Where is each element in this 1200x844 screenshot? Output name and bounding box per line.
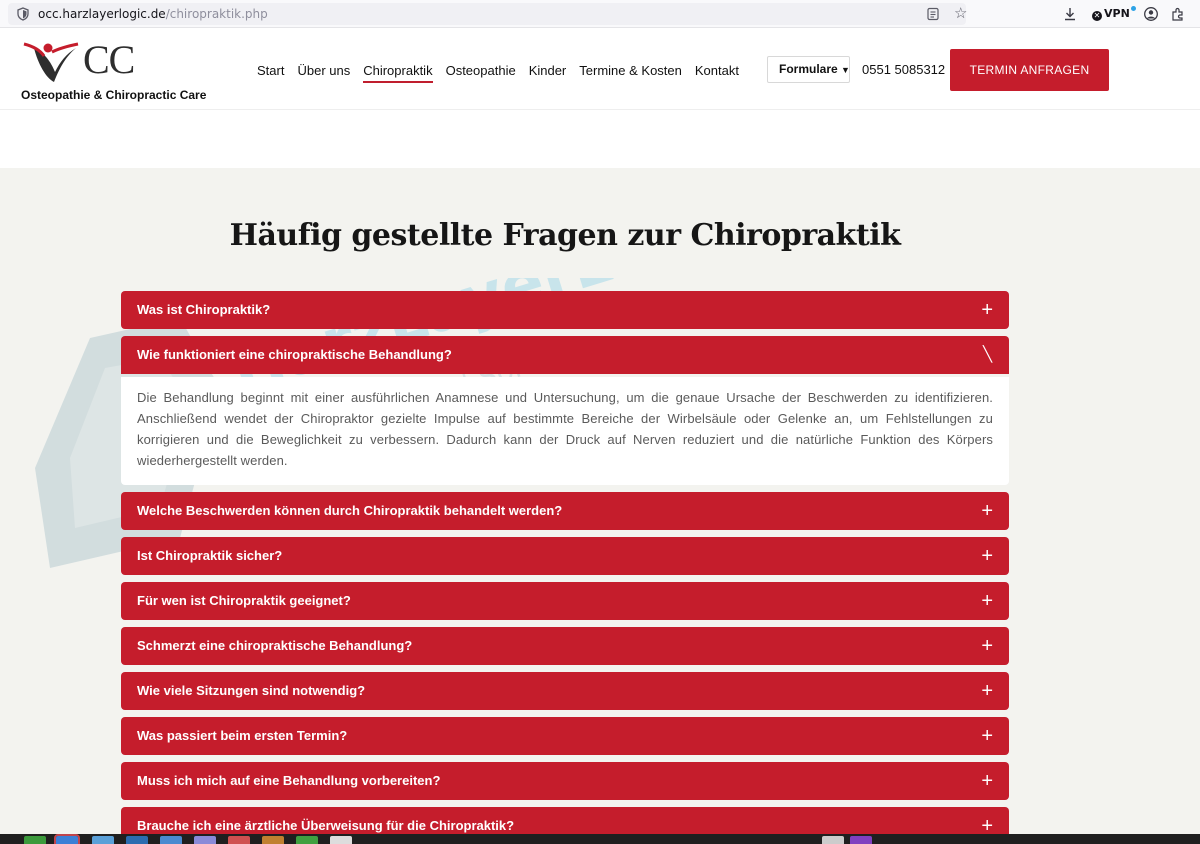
formulare-label: Formulare — [779, 62, 838, 76]
nav-item-termine-kosten[interactable]: Termine & Kosten — [579, 63, 682, 83]
faq-question-text: Brauche ich eine ärztliche Überweisung f… — [137, 818, 515, 833]
plus-icon: + — [981, 500, 993, 522]
faq-item[interactable]: Brauche ich eine ärztliche Überweisung f… — [121, 807, 1009, 834]
taskbar-app-icon[interactable] — [126, 836, 148, 844]
logo-text: CC — [83, 37, 135, 82]
extensions-icon[interactable] — [1170, 6, 1186, 22]
faq-question-text: Wie viele Sitzungen sind notwendig? — [137, 683, 366, 698]
formulare-dropdown[interactable]: Formulare ▼ — [767, 56, 850, 83]
faq-question-text: Für wen ist Chiropraktik geeignet? — [137, 593, 351, 608]
plus-icon: + — [981, 590, 993, 612]
site-tagline: Osteopathie & Chiropractic Care — [21, 88, 207, 102]
faq-question-text: Wie funktioniert eine chiropraktische Be… — [137, 347, 452, 362]
taskbar-app-icon[interactable] — [822, 836, 844, 844]
taskbar-app-icon[interactable] — [262, 836, 284, 844]
faq-question[interactable]: Was passiert beim ersten Termin? + — [121, 717, 1009, 755]
plus-icon: + — [981, 815, 993, 834]
vpn-shield-icon: ✕ — [1092, 11, 1102, 21]
faq-item[interactable]: Was ist Chiropraktik? + — [121, 291, 1009, 329]
logo-figure-icon — [23, 42, 79, 82]
nav-item-ueber-uns[interactable]: Über uns — [297, 63, 350, 83]
faq-item[interactable]: Muss ich mich auf eine Behandlung vorber… — [121, 762, 1009, 800]
faq-question[interactable]: Was ist Chiropraktik? + — [121, 291, 1009, 329]
taskbar-app-icon[interactable] — [194, 836, 216, 844]
faq-answer: Die Behandlung beginnt mit einer ausführ… — [121, 377, 1009, 485]
nav-item-kontakt[interactable]: Kontakt — [695, 63, 739, 83]
url-path: /chiropraktik.php — [165, 7, 268, 21]
faq-item[interactable]: Was passiert beim ersten Termin? + — [121, 717, 1009, 755]
taskbar-app-icon[interactable] — [24, 836, 46, 844]
taskbar-app-icon[interactable] — [228, 836, 250, 844]
url-host: occ.harzlayerlogic.de — [38, 7, 166, 21]
faq-item-open[interactable]: Wie funktioniert eine chiropraktische Be… — [121, 336, 1009, 374]
faq-item[interactable]: Ist Chiropraktik sicher? + — [121, 537, 1009, 575]
faq-item[interactable]: Schmerzt eine chiropraktische Behandlung… — [121, 627, 1009, 665]
faq-item[interactable]: Wie viele Sitzungen sind notwendig? + — [121, 672, 1009, 710]
faq-item[interactable]: Welche Beschwerden können durch Chiropra… — [121, 492, 1009, 530]
vpn-button[interactable]: ✕ VPN — [1092, 6, 1136, 21]
taskbar-app-icon[interactable] — [54, 834, 80, 844]
faq-question-text: Was ist Chiropraktik? — [137, 302, 271, 317]
site-header: CC Osteopathie & Chiropractic Care Start… — [0, 28, 1200, 110]
taskbar-app-icon[interactable] — [850, 836, 872, 844]
plus-icon: + — [981, 770, 993, 792]
account-icon[interactable] — [1143, 6, 1159, 22]
plus-icon: + — [981, 680, 993, 702]
termin-anfragen-button[interactable]: TERMIN ANFRAGEN — [950, 49, 1109, 91]
page-title: Häufig gestellte Fragen zur Chiropraktik — [229, 218, 901, 253]
plus-icon: + — [981, 635, 993, 657]
faq-question[interactable]: Welche Beschwerden können durch Chiropra… — [121, 492, 1009, 530]
nav-item-osteopathie[interactable]: Osteopathie — [446, 63, 516, 83]
plus-icon: + — [981, 545, 993, 567]
faq-question[interactable]: Schmerzt eine chiropraktische Behandlung… — [121, 627, 1009, 665]
faq-question[interactable]: Für wen ist Chiropraktik geeignet? + — [121, 582, 1009, 620]
faq-item[interactable]: Für wen ist Chiropraktik geeignet? + — [121, 582, 1009, 620]
plus-icon: + — [981, 725, 993, 747]
download-icon[interactable] — [1062, 6, 1078, 22]
caret-down-icon: ▼ — [841, 65, 850, 75]
vpn-label: VPN — [1104, 7, 1130, 20]
browser-toolbar: occ.harzlayerlogic.de/chiropraktik.php ☆… — [0, 0, 1200, 28]
faq-question-text: Welche Beschwerden können durch Chiropra… — [137, 503, 563, 518]
taskbar-app-icon[interactable] — [330, 836, 352, 844]
taskbar-app-icon[interactable] — [92, 836, 114, 844]
taskbar-app-icon[interactable] — [160, 836, 182, 844]
vpn-status-dot-icon — [1130, 6, 1136, 11]
address-bar[interactable]: occ.harzlayerlogic.de/chiropraktik.php ☆ — [8, 3, 967, 25]
faq-question[interactable]: Muss ich mich auf eine Behandlung vorber… — [121, 762, 1009, 800]
faq-question-text: Ist Chiropraktik sicher? — [137, 548, 283, 563]
plus-icon: + — [981, 299, 993, 321]
bookmark-star-icon[interactable]: ☆ — [954, 6, 967, 21]
faq-question-text: Schmerzt eine chiropraktische Behandlung… — [137, 638, 413, 653]
collapse-icon: ╲ — [982, 346, 992, 363]
site-logo[interactable]: CC — [20, 34, 210, 84]
faq-question[interactable]: Wie viele Sitzungen sind notwendig? + — [121, 672, 1009, 710]
faq-question[interactable]: Brauche ich eine ärztliche Überweisung f… — [121, 807, 1009, 834]
taskbar-app-icon[interactable] — [296, 836, 318, 844]
nav-item-start[interactable]: Start — [257, 63, 284, 83]
faq-question-text: Was passiert beim ersten Termin? — [137, 728, 348, 743]
faq-question[interactable]: Wie funktioniert eine chiropraktische Be… — [121, 336, 1009, 374]
nav-item-kinder[interactable]: Kinder — [529, 63, 567, 83]
faq-question[interactable]: Ist Chiropraktik sicher? + — [121, 537, 1009, 575]
reader-view-icon[interactable] — [926, 7, 940, 21]
os-taskbar — [0, 834, 1200, 844]
shield-icon[interactable] — [16, 7, 30, 21]
faq-question-text: Muss ich mich auf eine Behandlung vorber… — [137, 773, 441, 788]
phone-link[interactable]: 0551 5085312 — [862, 62, 945, 77]
main-nav: Start Über uns Chiropraktik Osteopathie … — [257, 63, 752, 83]
url-text[interactable]: occ.harzlayerlogic.de/chiropraktik.php — [38, 7, 268, 21]
nav-item-chiropraktik[interactable]: Chiropraktik — [363, 63, 433, 83]
